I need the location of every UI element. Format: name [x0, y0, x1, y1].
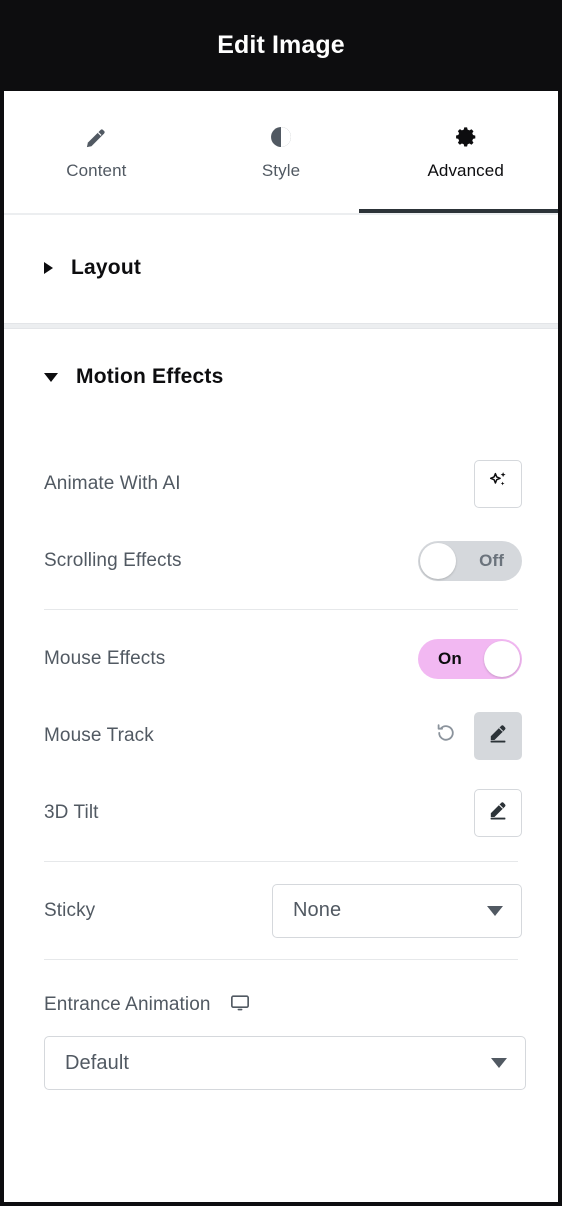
mouse-track-label: Mouse Track [44, 724, 154, 746]
tab-content[interactable]: Content [4, 91, 189, 213]
scrolling-effects-label: Scrolling Effects [44, 549, 182, 571]
sticky-label: Sticky [44, 899, 96, 921]
row-animate-with-ai: Animate With AI [4, 445, 558, 522]
reset-icon [434, 721, 458, 750]
settings-panel: Content Style Advanced Layout Motion Eff… [4, 91, 558, 1202]
desktop-icon[interactable] [229, 992, 251, 1019]
section-title-layout: Layout [71, 256, 142, 279]
tab-style-label: Style [261, 160, 301, 180]
pencil-icon [486, 721, 510, 750]
scrolling-effects-toggle[interactable]: Off [418, 540, 522, 581]
section-header-motion-effects[interactable]: Motion Effects [4, 329, 558, 425]
mouse-effects-state: On [438, 648, 462, 668]
animate-with-ai-label: Animate With AI [44, 472, 181, 494]
caret-right-icon [44, 262, 53, 274]
toggle-knob [420, 542, 456, 579]
divider [44, 959, 518, 960]
caret-down-icon [44, 372, 58, 382]
entrance-animation-select[interactable]: Default [44, 1036, 526, 1090]
contrast-icon [268, 124, 294, 150]
row-sticky: Sticky None [4, 872, 558, 949]
mouse-track-reset-button[interactable] [432, 722, 460, 750]
tab-style[interactable]: Style [189, 91, 374, 213]
toggle-knob [484, 640, 520, 677]
tab-content-label: Content [66, 160, 127, 180]
3d-tilt-edit-button[interactable] [474, 788, 522, 837]
edit-image-panel-window: Edit Image Content Style Advanced Layout… [0, 0, 562, 1206]
mouse-effects-toggle[interactable]: On [418, 638, 522, 679]
mouse-track-controls [432, 711, 522, 760]
tab-advanced-label: Advanced [427, 160, 504, 180]
row-scrolling-effects: Scrolling Effects Off [4, 522, 558, 599]
divider [44, 609, 518, 610]
motion-effects-controls: Animate With AI Scrolling Effects Off Mo… [4, 425, 558, 1090]
sticky-select[interactable]: None [272, 883, 522, 938]
3d-tilt-label: 3D Tilt [44, 801, 99, 823]
3d-tilt-controls [474, 788, 522, 837]
tab-bar-bottom-border [4, 213, 558, 215]
entrance-animation-label-row: Entrance Animation [4, 974, 558, 1036]
window-title-bar: Edit Image [0, 0, 562, 91]
animate-with-ai-controls [474, 459, 522, 508]
tab-advanced[interactable]: Advanced [373, 91, 558, 213]
page-title: Edit Image [217, 31, 345, 59]
scrolling-effects-state: Off [479, 550, 504, 570]
mouse-track-edit-button[interactable] [474, 711, 522, 760]
gear-icon [453, 124, 479, 150]
entrance-animation-selected-value: Default [65, 1051, 130, 1074]
chevron-down-icon [491, 1058, 507, 1068]
row-mouse-effects: Mouse Effects On [4, 620, 558, 697]
entrance-animation-label: Entrance Animation [44, 994, 211, 1015]
tab-bar: Content Style Advanced [4, 91, 558, 215]
pencil-icon [486, 798, 510, 827]
sticky-selected-value: None [293, 899, 342, 921]
ai-sparkle-icon [486, 469, 510, 498]
chevron-down-icon [487, 905, 503, 916]
mouse-effects-label: Mouse Effects [44, 647, 166, 669]
section-header-layout[interactable]: Layout [4, 213, 558, 323]
pencil-icon [83, 124, 109, 150]
animate-with-ai-button[interactable] [474, 459, 522, 508]
divider [44, 861, 518, 862]
entrance-animation-group: Entrance Animation Default [4, 970, 558, 1090]
section-title-motion-effects: Motion Effects [76, 365, 224, 388]
row-mouse-track: Mouse Track [4, 697, 558, 774]
row-3d-tilt: 3D Tilt [4, 774, 558, 851]
